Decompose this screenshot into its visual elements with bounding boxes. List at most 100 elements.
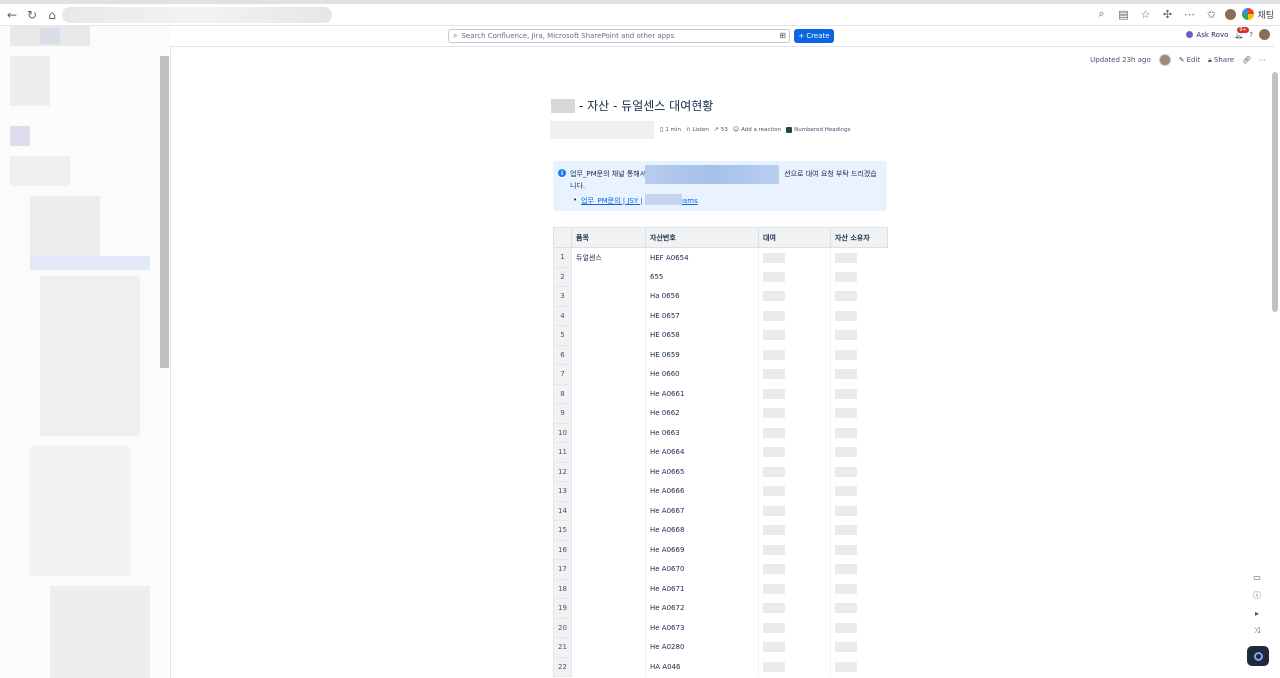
row-number: 2	[553, 266, 572, 287]
reload-icon[interactable]: ↻	[22, 5, 42, 25]
row-asset-number: He A0673	[645, 618, 759, 638]
row-number: 14	[553, 500, 572, 521]
row-number: 13	[553, 481, 572, 502]
row-item	[571, 637, 646, 657]
share-button[interactable]: 🔒︎ Share	[1208, 56, 1234, 65]
row-owner	[830, 579, 888, 599]
more-icon[interactable]: ⋯	[1181, 6, 1197, 22]
redacted-value	[835, 349, 857, 360]
row-number: 3	[553, 286, 572, 307]
rovo-icon	[1186, 31, 1194, 38]
sidebar-block	[10, 156, 70, 186]
video-icon[interactable]: ▸	[1252, 608, 1262, 618]
filter-icon[interactable]: ⊞	[779, 31, 786, 40]
row-rental	[758, 559, 831, 579]
browser-avatar[interactable]	[1225, 8, 1237, 20]
user-avatar[interactable]	[1259, 29, 1270, 40]
row-number: 1	[553, 247, 572, 268]
row-item	[571, 306, 646, 326]
redacted-value	[835, 525, 857, 536]
row-number: 4	[553, 305, 572, 326]
row-rental	[758, 384, 831, 404]
row-owner	[830, 540, 888, 560]
reader-icon[interactable]: ▤	[1115, 6, 1131, 22]
help-icon[interactable]: ?	[1249, 31, 1253, 39]
numbered-headings-label: Numbered Headings	[794, 126, 851, 133]
address-bar[interactable]	[62, 7, 332, 23]
page-scrollbar[interactable]	[1272, 72, 1278, 312]
redacted-value	[763, 330, 785, 341]
back-icon[interactable]: ←	[2, 5, 22, 25]
search-input[interactable]: ⌕ Search Confluence, Jira, Microsoft Sha…	[448, 29, 790, 43]
right-rail: ▭ ⓘ ▸ ⤨	[1252, 572, 1262, 636]
extensions-icon[interactable]: ✣	[1159, 6, 1175, 22]
row-rental	[758, 579, 831, 599]
row-owner	[830, 306, 888, 326]
row-owner	[830, 520, 888, 540]
row-owner	[830, 462, 888, 482]
row-owner	[830, 403, 888, 423]
redacted-value	[763, 388, 785, 399]
row-rental	[758, 637, 831, 657]
add-reaction-button[interactable]: ☺ Add a reaction	[733, 126, 781, 133]
table-row: 22 HA A046	[553, 656, 888, 677]
ask-rovo-button[interactable]: Ask Rovo	[1186, 31, 1228, 39]
sidebar-block	[40, 276, 140, 436]
create-button[interactable]: + Create	[794, 29, 834, 43]
row-item	[571, 267, 646, 287]
title-redacted	[551, 99, 575, 113]
redacted-value	[835, 330, 857, 341]
sidebar-highlight[interactable]	[30, 256, 150, 270]
row-asset-number: HE 0659	[645, 345, 759, 365]
author-avatar[interactable]	[1158, 54, 1171, 66]
row-item	[571, 559, 646, 579]
row-asset-number: He A0664	[645, 442, 759, 462]
comment-icon[interactable]: ▭	[1252, 572, 1262, 582]
profile-chip[interactable]: 채팅	[1242, 8, 1274, 21]
table-row: 5 HE 0658	[553, 325, 888, 346]
table-row: 7 He 0660	[553, 364, 888, 385]
redacted-value	[835, 603, 857, 614]
edit-button[interactable]: ✎ Edit	[1179, 56, 1200, 64]
rovo-fab-icon	[1253, 651, 1263, 661]
copy-link-icon[interactable]: 🔗︎	[1242, 56, 1251, 64]
table-header-asset: 자산번호	[645, 227, 759, 248]
favorites-icon[interactable]: ✩	[1203, 6, 1219, 22]
shuffle-icon[interactable]: ⤨	[1252, 626, 1262, 636]
row-asset-number: He A0668	[645, 520, 759, 540]
redacted-value	[835, 642, 857, 653]
bookmark-star-icon[interactable]: ☆	[1137, 6, 1153, 22]
read-time: ▯ 1 min	[660, 126, 681, 133]
notifications-icon[interactable]: 🔔︎ 9+	[1234, 26, 1249, 39]
views-count[interactable]: ↗ 53	[714, 126, 728, 133]
row-rental	[758, 657, 831, 677]
sidebar-scrollbar[interactable]	[160, 56, 169, 368]
redacted-value	[835, 427, 857, 438]
table-row: 17 He A0670	[553, 559, 888, 580]
home-icon[interactable]: ⌂	[42, 5, 62, 25]
redacted-value	[763, 525, 785, 536]
info-panel: i 업무_PM문의 채널 통해서션으로 대여 요청 부탁 드리겠습니다. 업무_…	[553, 161, 887, 211]
info-circle-icon[interactable]: ⓘ	[1252, 590, 1262, 600]
row-rental	[758, 247, 831, 267]
edit-icon: ✎	[1178, 56, 1185, 64]
table-row: 3 Ha 0656	[553, 286, 888, 307]
table-body: 1 듀얼센스 HEF A0654 2 655 3 Ha 0656 4 HE 0657 5 HE 0…	[553, 247, 888, 677]
row-owner	[830, 559, 888, 579]
numbered-headings[interactable]: Numbered Headings	[786, 126, 851, 133]
row-asset-number: He A0667	[645, 501, 759, 521]
row-item	[571, 657, 646, 677]
rovo-chat-button[interactable]	[1247, 646, 1269, 666]
listen-button[interactable]: ∩ Listen	[686, 126, 709, 133]
redacted-value	[763, 310, 785, 321]
redacted-value	[763, 349, 785, 360]
zoom-icon[interactable]: ⌕	[1093, 6, 1109, 22]
more-actions-icon[interactable]: ⋯	[1259, 56, 1266, 64]
table-row: 11 He A0664	[553, 442, 888, 463]
ask-rovo-label: Ask Rovo	[1196, 30, 1229, 39]
views-label: 53	[720, 126, 728, 133]
row-rental	[758, 501, 831, 521]
row-rental	[758, 286, 831, 306]
row-number: 11	[553, 442, 572, 463]
row-owner	[830, 442, 888, 462]
